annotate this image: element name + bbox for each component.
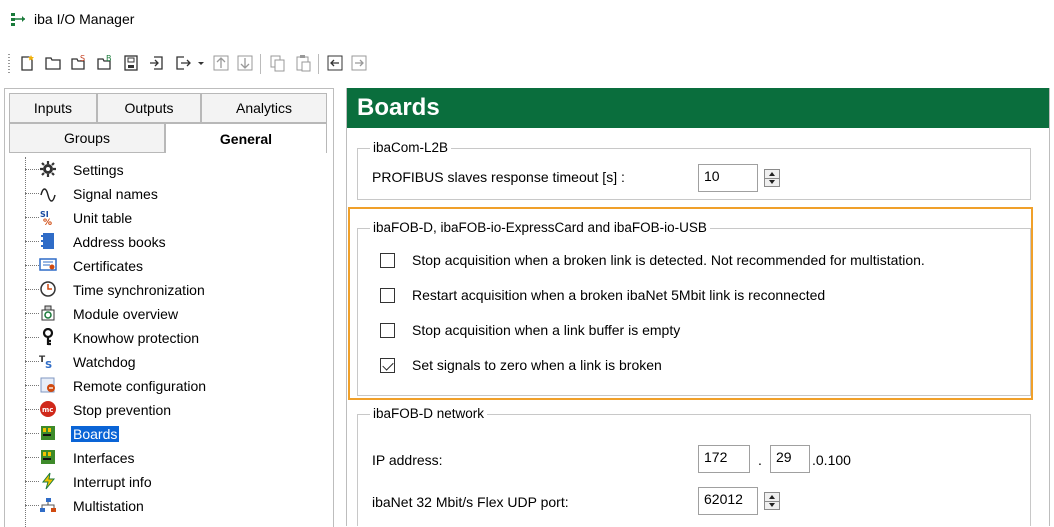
new-icon[interactable] bbox=[16, 52, 38, 74]
clock-icon bbox=[39, 280, 57, 298]
group-ibacom-l2b: ibaCom-L2B PROFIBUS slaves response time… bbox=[357, 140, 1031, 200]
tree-item-boards[interactable]: Boards bbox=[5, 421, 333, 445]
udp-port-spinner[interactable] bbox=[764, 492, 780, 510]
svg-text:S: S bbox=[80, 54, 85, 63]
tree-item-label: Interrupt info bbox=[73, 474, 152, 490]
tree-item-label: Time synchronization bbox=[73, 282, 205, 298]
tab-inputs[interactable]: Inputs bbox=[9, 93, 97, 123]
group-title: ibaFOB-D network bbox=[370, 406, 488, 421]
copy-icon[interactable] bbox=[266, 52, 288, 74]
tree-item-label: Unit table bbox=[73, 210, 133, 226]
ip-address-suffix: .0.100 bbox=[812, 452, 851, 468]
interrupt-icon bbox=[39, 472, 57, 490]
gear-icon bbox=[39, 160, 57, 178]
timeout-spinner[interactable] bbox=[764, 169, 780, 187]
tree-item-multistation[interactable]: Multistation bbox=[5, 493, 333, 517]
certificate-icon bbox=[39, 256, 57, 274]
save-icon[interactable] bbox=[120, 52, 142, 74]
remote-config-icon bbox=[39, 376, 57, 394]
signal-wave-icon bbox=[39, 184, 57, 202]
watchdog-icon: TS bbox=[39, 352, 57, 371]
tree-item-label: Module overview bbox=[73, 306, 179, 322]
tree-item-unit-table[interactable]: SI% Unit table bbox=[5, 205, 333, 229]
highlight-frame bbox=[348, 207, 1033, 400]
tree-item-certificates[interactable]: Certificates bbox=[5, 253, 333, 277]
tree-item-label: Interfaces bbox=[73, 450, 135, 466]
tree-item-knowhow-protection[interactable]: Knowhow protection bbox=[5, 325, 333, 349]
paste-icon[interactable] bbox=[292, 52, 314, 74]
tree-item-label: Knowhow protection bbox=[73, 330, 200, 346]
tree-item-interrupt-info[interactable]: Interrupt info bbox=[5, 469, 333, 493]
ip-dot: . bbox=[758, 452, 762, 468]
tab-analytics[interactable]: Analytics bbox=[201, 93, 327, 123]
svg-text:mc: mc bbox=[42, 406, 53, 414]
tree-item-label: Multistation bbox=[73, 498, 144, 514]
toolbar-separator bbox=[260, 54, 261, 74]
move-down-icon[interactable] bbox=[234, 52, 256, 74]
interfaces-icon bbox=[39, 448, 57, 466]
back-icon[interactable] bbox=[324, 52, 346, 74]
tree-item-address-books[interactable]: Address books bbox=[5, 229, 333, 253]
tree-item-label: Watchdog bbox=[73, 354, 136, 370]
tree-item-label: Boards bbox=[71, 426, 120, 442]
export-dropdown-icon[interactable] bbox=[194, 52, 208, 74]
ip-octet-1-input[interactable]: 172 bbox=[698, 445, 750, 473]
group-title: ibaCom-L2B bbox=[370, 140, 452, 155]
timeout-input[interactable]: 10 bbox=[698, 164, 758, 192]
unit-table-icon: SI% bbox=[39, 208, 57, 228]
ip-octet-2-input[interactable]: 29 bbox=[770, 445, 810, 473]
import-icon[interactable] bbox=[146, 52, 168, 74]
tab-groups[interactable]: Groups bbox=[9, 123, 165, 153]
title-bar bbox=[0, 0, 1054, 40]
tree-item-time-synchronization[interactable]: Time synchronization bbox=[5, 277, 333, 301]
navigation-panel: Inputs Outputs Analytics Groups General … bbox=[4, 88, 334, 527]
tab-outputs[interactable]: Outputs bbox=[97, 93, 201, 123]
tree-item-label: Address books bbox=[73, 234, 166, 250]
tree-item-watchdog[interactable]: TS Watchdog bbox=[5, 349, 333, 373]
tree-item-label: Settings bbox=[73, 162, 124, 178]
tree-item-signal-names[interactable]: Signal names bbox=[5, 181, 333, 205]
timeout-label: PROFIBUS slaves response timeout [s] : bbox=[372, 169, 625, 185]
io-manager-icon bbox=[10, 11, 26, 27]
tree-item-label: Certificates bbox=[73, 258, 144, 274]
tab-general[interactable]: General bbox=[165, 123, 327, 153]
page-title: Boards bbox=[357, 94, 440, 121]
svg-text:S: S bbox=[45, 360, 52, 370]
group-ibafob-d-network: ibaFOB-D network IP address: 172 . 29 .0… bbox=[357, 406, 1031, 526]
tree-item-stop-prevention[interactable]: mc Stop prevention bbox=[5, 397, 333, 421]
module-overview-icon bbox=[39, 304, 57, 322]
udp-port-input[interactable]: 62012 bbox=[698, 487, 758, 515]
tree-item-label: Remote configuration bbox=[73, 378, 207, 394]
svg-text:%: % bbox=[43, 218, 52, 226]
stop-prevention-icon: mc bbox=[39, 400, 57, 418]
export-icon[interactable] bbox=[172, 52, 194, 74]
svg-text:B: B bbox=[106, 54, 112, 63]
toolbar-grip[interactable] bbox=[8, 54, 10, 74]
tree-item-module-overview[interactable]: Module overview bbox=[5, 301, 333, 325]
ip-address-label: IP address: bbox=[372, 452, 443, 468]
address-book-icon bbox=[39, 232, 57, 250]
open-icon[interactable] bbox=[42, 52, 64, 74]
multistation-icon bbox=[39, 496, 57, 514]
udp-port-label: ibaNet 32 Mbit/s Flex UDP port: bbox=[372, 494, 569, 510]
open-b-icon[interactable]: B bbox=[94, 52, 116, 74]
tree-item-label: Signal names bbox=[73, 186, 158, 202]
tree-item-interfaces[interactable]: Interfaces bbox=[5, 445, 333, 469]
tree-item-label: Stop prevention bbox=[73, 402, 172, 418]
toolbar-separator bbox=[318, 54, 319, 74]
tree-item-settings[interactable]: Settings bbox=[5, 157, 333, 181]
move-up-icon[interactable] bbox=[210, 52, 232, 74]
forward-icon[interactable] bbox=[348, 52, 370, 74]
tree-item-remote-configuration[interactable]: Remote configuration bbox=[5, 373, 333, 397]
panel-header: Boards bbox=[347, 88, 1049, 128]
settings-tree: Settings Signal names SI% Unit table Add… bbox=[5, 157, 333, 527]
key-icon bbox=[39, 327, 57, 346]
board-icon bbox=[39, 424, 57, 442]
window-title: iba I/O Manager bbox=[34, 11, 135, 27]
open-s-icon[interactable]: S bbox=[68, 52, 90, 74]
